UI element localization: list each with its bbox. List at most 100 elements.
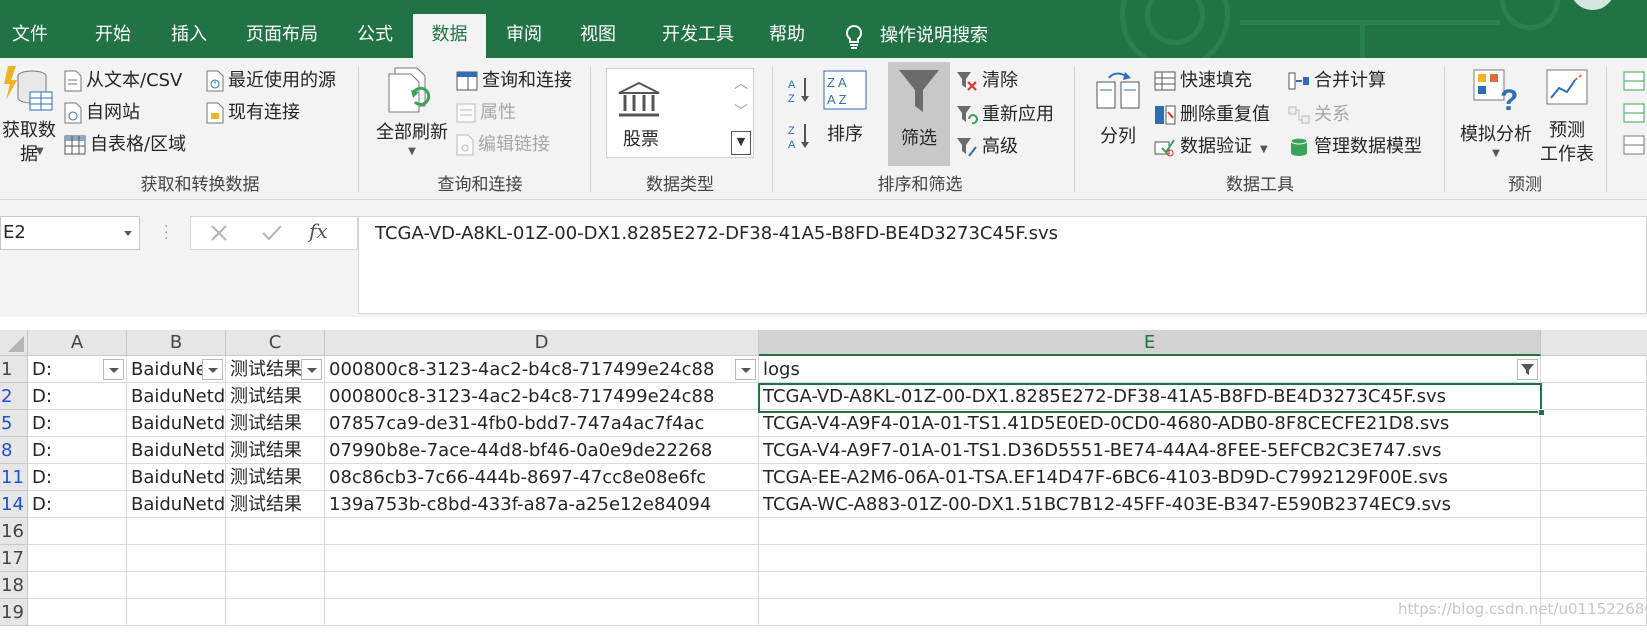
table-cell[interactable] [1541, 437, 1647, 464]
table-cell[interactable]: BaiduNetd [127, 464, 226, 491]
row-header[interactable]: 19 [0, 599, 28, 626]
column-header-d[interactable]: D [325, 330, 759, 356]
stocks-data-type[interactable]: 股票 [613, 75, 721, 151]
row-header[interactable]: 8 [0, 437, 28, 464]
table-cell[interactable] [1541, 545, 1647, 572]
remove-duplicates-button[interactable]: 删除重复值 [1154, 100, 1270, 126]
column-header-a[interactable]: A [28, 330, 127, 356]
reapply-button[interactable]: 重新应用 [956, 100, 1054, 126]
column-header-f[interactable] [1541, 330, 1647, 356]
row-header[interactable]: 16 [0, 518, 28, 545]
table-cell[interactable] [325, 518, 759, 545]
tab-view[interactable]: 视图 [563, 14, 633, 58]
table-cell[interactable]: D: [28, 491, 127, 518]
from-text-csv-button[interactable]: 从文本/CSV [64, 66, 182, 92]
name-box-dropdown-icon[interactable] [124, 231, 132, 236]
table-cell[interactable]: D: [28, 383, 127, 410]
filter-button[interactable]: 筛选 [888, 62, 950, 166]
flash-fill-button[interactable]: 快速填充 [1154, 66, 1252, 92]
table-cell[interactable] [226, 599, 325, 626]
tab-page-layout[interactable]: 页面布局 [232, 14, 332, 58]
table-cell[interactable]: BaiduNetd [127, 491, 226, 518]
table-cell[interactable]: TCGA-V4-A9F4-01A-01-TS1.41D5E0ED-0CD0-46… [759, 410, 1541, 437]
row-header[interactable]: 11 [0, 464, 28, 491]
row-header[interactable]: 18 [0, 572, 28, 599]
table-cell[interactable] [1541, 518, 1647, 545]
text-to-columns-button[interactable]: 分列 [1090, 68, 1146, 149]
row-header[interactable]: 1 [0, 356, 28, 383]
filter-dropdown-d[interactable] [735, 359, 756, 380]
from-table-button[interactable]: 自表格/区域 [64, 130, 186, 156]
table-cell[interactable]: D: [28, 437, 127, 464]
filter-dropdown-e[interactable] [1517, 359, 1538, 380]
data-validation-button[interactable]: 数据验证 ▼ [1154, 132, 1268, 158]
tab-home[interactable]: 开始 [78, 14, 148, 58]
table-cell[interactable] [759, 518, 1541, 545]
get-data-button[interactable]: 获取数 据 ▼ [0, 66, 58, 167]
table-cell[interactable] [325, 572, 759, 599]
column-header-b[interactable]: B [127, 330, 226, 356]
table-cell[interactable]: TCGA-EE-A2M6-06A-01-TSA.EF14D47F-6BC6-41… [759, 464, 1541, 491]
filter-dropdown-b[interactable] [202, 359, 223, 380]
filter-dropdown-c[interactable] [301, 359, 322, 380]
column-header-c[interactable]: C [226, 330, 325, 356]
recent-sources-button[interactable]: 最近使用的源 [206, 66, 336, 92]
gallery-more[interactable]: ▼ [731, 131, 751, 155]
data-type-gallery[interactable]: 股票 ︿ ﹀ ▼ [606, 68, 754, 158]
table-cell[interactable] [127, 545, 226, 572]
tab-help[interactable]: 帮助 [752, 14, 822, 58]
table-cell[interactable] [226, 518, 325, 545]
from-web-button[interactable]: 自网站 [64, 98, 140, 124]
table-cell[interactable] [127, 518, 226, 545]
table-cell[interactable] [1541, 410, 1647, 437]
table-cell[interactable]: D: [28, 410, 127, 437]
table-cell[interactable] [325, 599, 759, 626]
filter-header-cell[interactable]: logs [759, 356, 1541, 383]
what-if-analysis-button[interactable]: ? 模拟分析 ▼ [1454, 68, 1538, 161]
table-cell[interactable]: BaiduNetd [127, 410, 226, 437]
table-cell[interactable]: TCGA-V4-A9F7-01A-01-TS1.D36D5551-BE74-44… [759, 437, 1541, 464]
table-cell[interactable] [759, 572, 1541, 599]
row-header[interactable]: 5 [0, 410, 28, 437]
table-cell[interactable] [1541, 464, 1647, 491]
cancel-entry-icon[interactable] [209, 223, 229, 243]
tell-me-search[interactable]: 操作说明搜索 [880, 14, 988, 58]
table-cell[interactable] [1541, 491, 1647, 518]
row-header[interactable]: 14 [0, 491, 28, 518]
filter-dropdown-a[interactable] [103, 359, 124, 380]
tab-insert[interactable]: 插入 [154, 14, 224, 58]
queries-connections-button[interactable]: 查询和连接 [456, 66, 572, 92]
select-all-corner[interactable] [0, 330, 28, 356]
table-cell[interactable]: 测试结果 [226, 383, 325, 410]
clear-filter-button[interactable]: 清除 [956, 66, 1018, 92]
fill-handle[interactable] [1538, 409, 1545, 416]
advanced-filter-button[interactable]: 高级 [956, 132, 1018, 158]
table-cell[interactable]: 测试结果 [226, 437, 325, 464]
tab-review[interactable]: 审阅 [489, 14, 559, 58]
table-cell[interactable]: 测试结果 [226, 491, 325, 518]
insert-function-icon[interactable]: fx [309, 219, 328, 243]
table-cell[interactable] [127, 572, 226, 599]
table-cell[interactable]: 测试结果 [226, 410, 325, 437]
consolidate-button[interactable]: 合并计算 [1288, 66, 1386, 92]
name-box[interactable]: E2 [0, 216, 140, 250]
table-cell[interactable]: 08c86cb3-7c66-444b-8697-47cc8e08e6fc [325, 464, 759, 491]
row-header[interactable]: 2 [0, 383, 28, 410]
table-cell[interactable]: 测试结果 [226, 464, 325, 491]
tab-developer[interactable]: 开发工具 [648, 14, 748, 58]
table-cell[interactable] [226, 572, 325, 599]
gallery-scroll-up[interactable]: ︿ [731, 73, 751, 97]
table-cell[interactable]: D: [28, 464, 127, 491]
sort-descending-button[interactable]: ZA [788, 122, 812, 151]
column-header-e[interactable]: E [759, 330, 1541, 356]
refresh-all-button[interactable]: 全部刷新 ▼ [372, 66, 452, 159]
filter-header-cell[interactable]: 000800c8-3123-4ac2-b4c8-717499e24c88 [325, 356, 759, 383]
table-cell[interactable] [28, 572, 127, 599]
existing-connections-button[interactable]: 现有连接 [206, 98, 300, 124]
formula-input[interactable]: TCGA-VD-A8KL-01Z-00-DX1.8285E272-DF38-41… [358, 216, 1647, 314]
table-cell[interactable]: TCGA-WC-A883-01Z-00-DX1.51BC7B12-45FF-40… [759, 491, 1541, 518]
table-cell[interactable] [127, 599, 226, 626]
table-cell[interactable]: BaiduNetd [127, 437, 226, 464]
tab-formulas[interactable]: 公式 [340, 14, 410, 58]
tab-data[interactable]: 数据 [413, 14, 486, 58]
